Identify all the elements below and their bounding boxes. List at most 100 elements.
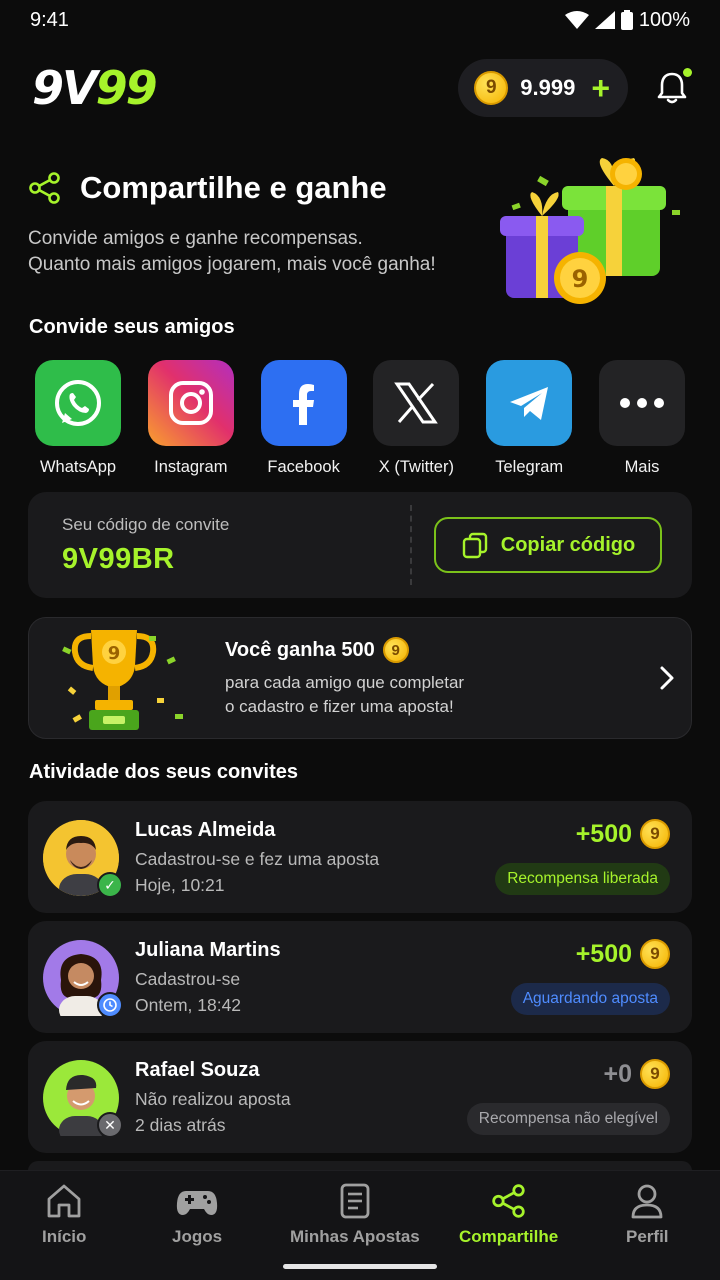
nav-my-bets[interactable]: Minhas Apostas: [290, 1183, 420, 1247]
reward-title-text: Você ganha 500: [225, 638, 375, 661]
activity-item[interactable]: ✕ Rafael Souza Não realizou aposta 2 dia…: [28, 1041, 692, 1153]
share-label: Facebook: [267, 458, 340, 476]
battery-icon: [620, 10, 633, 30]
coin-icon: 9: [640, 1059, 670, 1089]
hero-description: Convide amigos e ganhe recompensas. Quan…: [28, 226, 488, 278]
coin-icon: 9: [640, 819, 670, 849]
share-more[interactable]: Mais: [592, 360, 692, 477]
reward-amount-value: +500: [575, 939, 632, 968]
app-header: 9V99 9 9.999 +: [0, 40, 720, 136]
activity-item[interactable]: ✓ Lucas Almeida Cadastrou-se e fez uma a…: [28, 801, 692, 913]
invite-code-caption: Seu código de convite: [62, 514, 230, 534]
friend-status: Cadastrou-se e fez uma aposta: [135, 849, 380, 869]
battery-percent: 100%: [638, 8, 690, 31]
reward-description: para cada amigo que completar o cadastro…: [225, 671, 643, 719]
close-icon: ✕: [97, 1112, 123, 1138]
trophy-illustration: 9: [62, 630, 183, 730]
check-icon: ✓: [97, 872, 123, 898]
reward-amount: +0 9: [603, 1059, 670, 1089]
nav-label: Compartilhe: [459, 1227, 559, 1246]
main-content: Compartilhe e ganhe Convide amigos e gan…: [0, 136, 720, 1170]
logo-text-green: 99: [95, 61, 158, 115]
coin-icon: 9: [640, 939, 670, 969]
wifi-icon: [564, 11, 589, 29]
hero-description-line: Quanto mais amigos jogarem, mais você ga…: [28, 254, 436, 275]
coin-icon: 9: [474, 71, 509, 105]
avatar: [43, 940, 123, 1024]
invite-code-info: Seu código de convite 9V99BR: [28, 515, 410, 576]
nav-label: Minhas Apostas: [290, 1227, 420, 1246]
activity-time: 2 dias atrás: [135, 1115, 226, 1135]
hero-description-line: Convide amigos e ganhe recompensas.: [28, 228, 363, 249]
invite-code-value[interactable]: 9V99BR: [62, 543, 410, 576]
share-label: Mais: [624, 458, 660, 476]
svg-text:9: 9: [572, 265, 589, 293]
share-whatsapp[interactable]: WhatsApp: [28, 360, 128, 477]
header-actions: 9 9.999 +: [458, 59, 692, 117]
status-badge: Recompensa não elegível: [466, 1103, 670, 1135]
status-badge: Recompensa liberada: [495, 863, 670, 895]
share-telegram[interactable]: Telegram: [479, 360, 579, 477]
reward-description-line: para cada amigo que completar: [225, 673, 465, 692]
nav-share[interactable]: Compartilhe: [459, 1183, 558, 1247]
home-indicator: [283, 1264, 437, 1269]
reward-amount: +500 9: [576, 939, 670, 969]
share-label: X (Twitter): [378, 458, 454, 476]
share-x[interactable]: X (Twitter): [366, 360, 466, 477]
gamepad-icon: [176, 1191, 218, 1215]
instagram-icon: [147, 360, 234, 446]
share-facebook[interactable]: Facebook: [254, 360, 354, 477]
page-title: Compartilhe e ganhe: [80, 170, 387, 205]
balance-pill[interactable]: 9 9.999 +: [458, 59, 628, 117]
bets-icon: [340, 1183, 370, 1219]
avatar: ✓: [43, 820, 123, 904]
activity-time: Hoje, 10:21: [135, 875, 225, 895]
invite-section-title: Convide seus amigos: [29, 316, 235, 338]
share-label: Instagram: [154, 458, 228, 476]
share-channels: WhatsApp Instagram Facebook X (Twitter) …: [28, 360, 692, 477]
copy-code-button[interactable]: Copiar código: [434, 517, 662, 573]
add-balance-button[interactable]: +: [591, 72, 610, 104]
telegram-icon: [486, 360, 573, 446]
status-time: 9:41: [30, 8, 69, 31]
share-label: WhatsApp: [39, 458, 117, 476]
nav-home[interactable]: Início: [42, 1183, 86, 1247]
nav-profile[interactable]: Perfil: [626, 1183, 669, 1247]
invite-code-card: Seu código de convite 9V99BR Copiar códi…: [28, 492, 692, 598]
nav-games[interactable]: Jogos: [172, 1183, 222, 1247]
svg-text:9: 9: [108, 643, 121, 664]
friend-name: Rafael Souza: [135, 1059, 260, 1081]
reward-title: Você ganha 500 9: [225, 637, 643, 663]
reward-amount-value: +0: [603, 1059, 632, 1088]
facebook-icon: [260, 360, 347, 446]
nav-label: Início: [42, 1227, 87, 1246]
friend-name: Lucas Almeida: [135, 819, 276, 841]
reward-text: Você ganha 500 9 para cada amigo que com…: [199, 637, 643, 719]
home-icon: [47, 1184, 81, 1218]
activity-time: Ontem, 18:42: [135, 995, 242, 1015]
hero-section: Compartilhe e ganhe Convide amigos e gan…: [28, 158, 692, 310]
copy-code-label: Copiar código: [500, 533, 636, 556]
reward-info-card[interactable]: 9 Você ganha 500 9 para cada amigo que c…: [28, 617, 692, 739]
activity-item[interactable]: Juliana Martins Cadastrou-se Ontem, 18:4…: [28, 921, 692, 1033]
nav-label: Perfil: [626, 1227, 669, 1246]
clock-icon: [97, 992, 123, 1018]
logo-text-white: 9V: [32, 61, 98, 115]
nav-label: Jogos: [172, 1227, 223, 1246]
reward-amount: +500 9: [576, 819, 670, 849]
more-icon: [598, 360, 685, 446]
signal-icon: [594, 11, 615, 29]
status-indicators: 100%: [564, 8, 690, 32]
notifications-button[interactable]: [654, 68, 692, 106]
friend-status: Não realizou aposta: [135, 1089, 291, 1109]
share-instagram[interactable]: Instagram: [141, 360, 241, 477]
app-logo[interactable]: 9V99: [32, 61, 158, 115]
chevron-right-icon: [643, 665, 691, 691]
share-icon: [491, 1184, 525, 1218]
copy-icon: [462, 532, 487, 559]
activity-section-title: Atividade dos seus convites: [29, 761, 298, 783]
reward-description-line: o cadastro e fizer uma aposta!: [225, 697, 454, 716]
share-label: Telegram: [495, 458, 564, 476]
friend-name: Juliana Martins: [135, 939, 281, 961]
status-bar: 9:41 100%: [0, 0, 720, 40]
